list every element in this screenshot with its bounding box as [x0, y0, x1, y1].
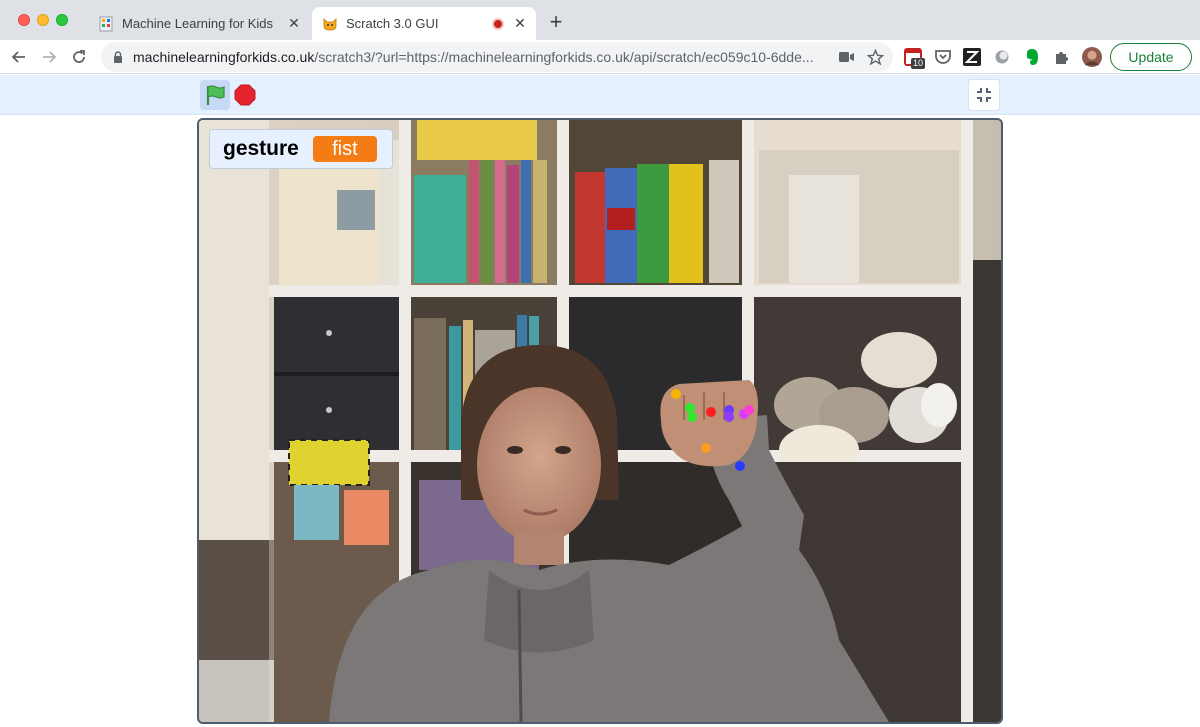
tab-machine-learning-for-kids[interactable]: Machine Learning for Kids ✕ — [88, 7, 310, 40]
hand-keypoint — [685, 403, 695, 413]
back-icon[interactable] — [8, 46, 30, 68]
extension-badge: 10 — [911, 58, 926, 69]
reload-icon[interactable] — [68, 46, 90, 68]
browser-toolbar: machinelearningforkids.co.uk/scratch3/?u… — [0, 40, 1200, 74]
hand-keypoint — [701, 443, 711, 453]
hand-keypoint — [706, 407, 716, 417]
stop-sign-icon — [234, 84, 256, 106]
window-minimize-button[interactable] — [37, 14, 49, 26]
calendar-extension-icon[interactable]: 10 — [903, 47, 926, 69]
tab-strip: Machine Learning for Kids ✕ Scratch 3.0 … — [0, 0, 1200, 40]
profile-avatar[interactable] — [1082, 47, 1102, 67]
unfullscreen-button[interactable] — [968, 79, 1000, 111]
camera-in-use-icon[interactable] — [837, 47, 857, 67]
address-bar[interactable]: machinelearningforkids.co.uk/scratch3/?u… — [101, 42, 893, 72]
evernote-extension-icon[interactable] — [1022, 47, 1042, 67]
hand-keypoint — [687, 412, 697, 422]
url-path: /scratch3/?url=https://machinelearningfo… — [314, 49, 814, 65]
zotero-extension-icon[interactable] — [962, 47, 982, 67]
circle-extension-icon[interactable] — [992, 47, 1012, 67]
tab-close-icon[interactable]: ✕ — [512, 15, 528, 32]
webcam-video-feed — [199, 120, 1001, 722]
window-zoom-button[interactable] — [56, 14, 68, 26]
update-button[interactable]: Update — [1110, 43, 1192, 71]
tab-close-icon[interactable]: ✕ — [286, 15, 302, 32]
window-close-button[interactable] — [18, 14, 30, 26]
hand-keypoint — [744, 405, 754, 415]
scratch-cat-favicon-icon — [322, 16, 338, 32]
forward-icon[interactable] — [38, 46, 60, 68]
monitor-label: gesture — [223, 137, 299, 160]
unfullscreen-icon — [977, 88, 991, 102]
green-flag-icon — [206, 85, 225, 105]
bookmark-star-icon[interactable] — [865, 47, 885, 67]
scratch-player-bar — [0, 75, 1200, 115]
pocket-extension-icon[interactable] — [933, 47, 953, 67]
hand-keypoint — [671, 389, 681, 399]
tab-title: Machine Learning for Kids — [122, 16, 274, 31]
lock-icon[interactable] — [113, 50, 123, 64]
hand-keypoint — [735, 461, 745, 471]
mlforkids-favicon-icon — [98, 16, 114, 32]
hand-keypoint — [724, 412, 734, 422]
tab-title: Scratch 3.0 GUI — [346, 16, 439, 31]
scratch-stage[interactable]: gesture fist — [197, 118, 1003, 724]
extensions-puzzle-icon[interactable] — [1052, 47, 1072, 67]
url-host: machinelearningforkids.co.uk — [133, 49, 315, 65]
new-tab-button[interactable]: + — [545, 11, 567, 34]
green-flag-button[interactable] — [200, 80, 230, 110]
monitor-value: fist — [312, 136, 377, 162]
url-text: machinelearningforkids.co.uk/scratch3/?u… — [133, 49, 837, 65]
variable-monitor-gesture[interactable]: gesture fist — [209, 129, 393, 169]
tab-scratch-gui[interactable]: Scratch 3.0 GUI ✕ — [312, 7, 536, 40]
stop-button[interactable] — [234, 84, 256, 106]
recording-indicator-icon — [492, 17, 504, 30]
